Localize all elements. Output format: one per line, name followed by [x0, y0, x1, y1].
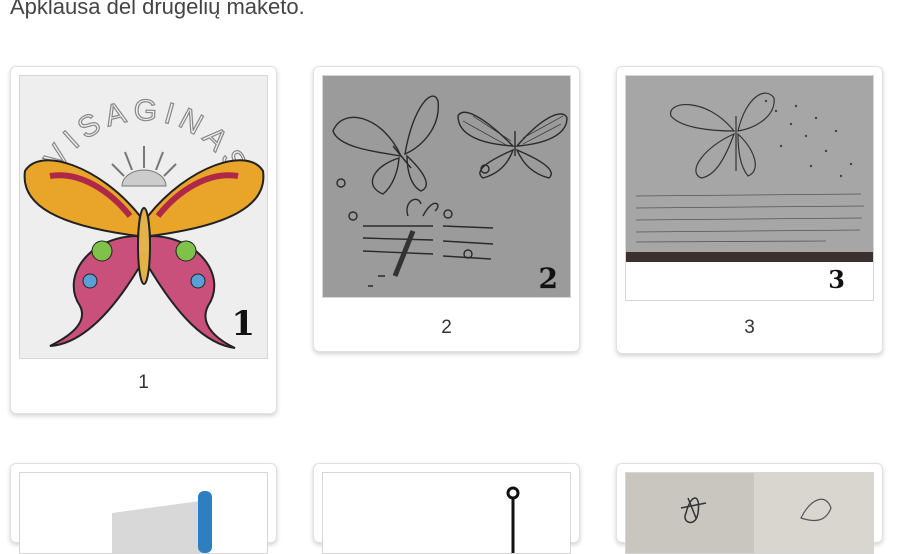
- option-number-tag: 3: [828, 265, 845, 294]
- option-number-tag: 2: [538, 262, 558, 295]
- option-caption: 3: [744, 317, 755, 338]
- option-image-1[interactable]: VISAGINAS 1: [19, 75, 268, 359]
- option-card-2[interactable]: 2 2: [313, 66, 580, 352]
- option-image-4[interactable]: [19, 472, 268, 554]
- option-card-6[interactable]: [616, 463, 883, 554]
- option-caption: 1: [138, 372, 149, 393]
- option-card-4[interactable]: [10, 463, 277, 554]
- option-card-3[interactable]: 3 3: [616, 66, 883, 354]
- option-caption: 2: [441, 317, 452, 338]
- option-image-3[interactable]: 3: [625, 75, 874, 301]
- option-image-6[interactable]: [625, 472, 874, 554]
- option-image-5[interactable]: [322, 472, 571, 554]
- option-number-tag: 1: [231, 304, 255, 344]
- option-image-2[interactable]: 2: [322, 75, 571, 298]
- option-card-5[interactable]: [313, 463, 580, 554]
- page-title: Apklausa dėl drugelių maketo.: [10, 0, 305, 19]
- option-card-1[interactable]: VISAGINAS 1 1: [10, 66, 277, 414]
